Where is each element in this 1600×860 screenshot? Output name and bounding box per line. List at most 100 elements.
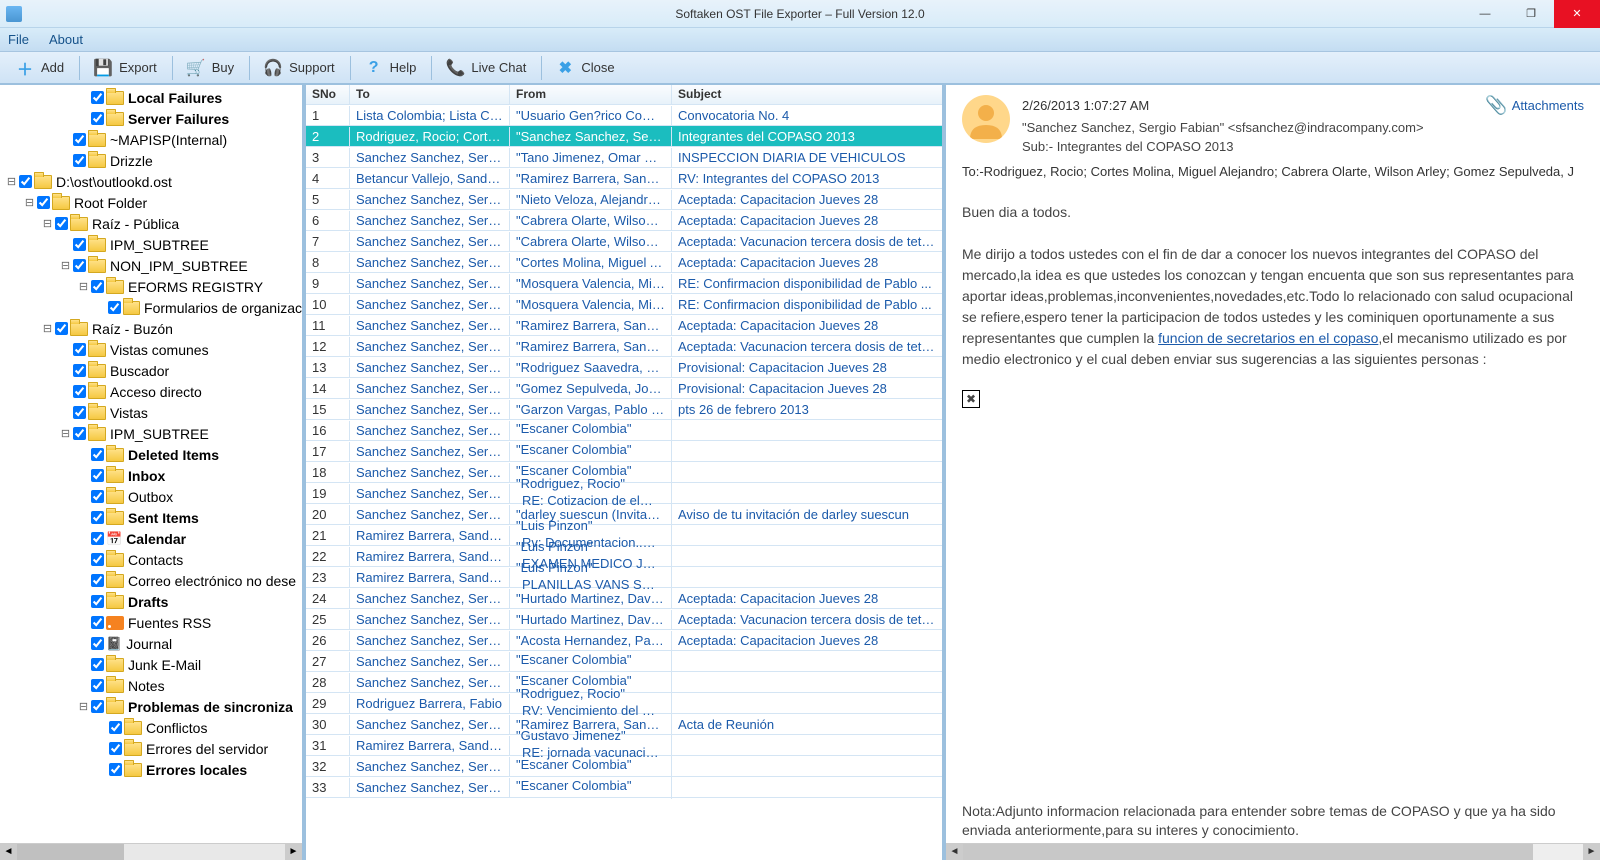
message-row[interactable]: 19Sanchez Sanchez, Sergio F..."Rodriguez… bbox=[306, 483, 942, 504]
col-header-subject[interactable]: Subject bbox=[672, 85, 942, 104]
scroll-left-icon[interactable]: ◄ bbox=[0, 844, 17, 860]
tree-checkbox[interactable] bbox=[73, 133, 86, 146]
tree-item[interactable]: 📓Journal bbox=[0, 633, 302, 654]
tree-item[interactable]: ⊟EFORMS REGISTRY bbox=[0, 276, 302, 297]
tree-checkbox[interactable] bbox=[73, 427, 86, 440]
tree-checkbox[interactable] bbox=[91, 679, 104, 692]
tree-item[interactable]: ~MAPISP(Internal) bbox=[0, 129, 302, 150]
menu-about[interactable]: About bbox=[49, 32, 83, 47]
message-row[interactable]: 12Sanchez Sanchez, Sergio F..."Ramirez B… bbox=[306, 336, 942, 357]
expand-toggle-icon[interactable]: ⊟ bbox=[58, 259, 73, 272]
scroll-right-icon[interactable]: ► bbox=[1583, 844, 1600, 860]
message-row[interactable]: 31Ramirez Barrera, Sandra ..."Gustavo Ji… bbox=[306, 735, 942, 756]
col-header-sno[interactable]: SNo bbox=[306, 85, 350, 104]
tree-checkbox[interactable] bbox=[19, 175, 32, 188]
tree-checkbox[interactable] bbox=[91, 658, 104, 671]
message-row[interactable]: 8Sanchez Sanchez, Sergio F..."Cortes Mol… bbox=[306, 252, 942, 273]
buy-button[interactable]: 🛒Buy bbox=[175, 54, 245, 82]
message-row[interactable]: 10Sanchez Sanchez, Sergio F..."Mosquera … bbox=[306, 294, 942, 315]
tree-checkbox[interactable] bbox=[91, 700, 104, 713]
col-header-from[interactable]: From bbox=[510, 85, 672, 104]
folder-tree[interactable]: Local FailuresServer Failures~MAPISP(Int… bbox=[0, 85, 302, 842]
tree-checkbox[interactable] bbox=[91, 553, 104, 566]
tree-item[interactable]: Outbox bbox=[0, 486, 302, 507]
tree-checkbox[interactable] bbox=[91, 616, 104, 629]
tree-checkbox[interactable] bbox=[91, 91, 104, 104]
export-button[interactable]: 💾Export bbox=[82, 54, 168, 82]
message-row[interactable]: 26Sanchez Sanchez, Sergio F..."Acosta He… bbox=[306, 630, 942, 651]
message-row[interactable]: 24Sanchez Sanchez, Sergio F..."Hurtado M… bbox=[306, 588, 942, 609]
col-header-to[interactable]: To bbox=[350, 85, 510, 104]
tree-item[interactable]: Deleted Items bbox=[0, 444, 302, 465]
tree-item[interactable]: ⊟Raíz - Pública bbox=[0, 213, 302, 234]
expand-toggle-icon[interactable]: ⊟ bbox=[22, 196, 37, 209]
tree-checkbox[interactable] bbox=[109, 721, 122, 734]
tree-checkbox[interactable] bbox=[37, 196, 50, 209]
tree-item[interactable]: ⊟Raíz - Buzón bbox=[0, 318, 302, 339]
tree-item[interactable]: Conflictos bbox=[0, 717, 302, 738]
tree-item[interactable]: Errores locales bbox=[0, 759, 302, 780]
tree-item[interactable]: Contacts bbox=[0, 549, 302, 570]
maximize-button[interactable]: ❐ bbox=[1508, 0, 1554, 28]
message-row[interactable]: 15Sanchez Sanchez, Sergio F..."Garzon Va… bbox=[306, 399, 942, 420]
message-row[interactable]: 25Sanchez Sanchez, Sergio F..."Hurtado M… bbox=[306, 609, 942, 630]
message-row[interactable]: 1Lista Colombia; Lista Colo..."Usuario G… bbox=[306, 105, 942, 126]
tree-item[interactable]: Notes bbox=[0, 675, 302, 696]
support-button[interactable]: 🎧Support bbox=[252, 54, 346, 82]
tree-checkbox[interactable] bbox=[91, 448, 104, 461]
message-row[interactable]: 23Ramirez Barrera, Sandra ..."Luis Pinzo… bbox=[306, 567, 942, 588]
tree-item[interactable]: Junk E-Mail bbox=[0, 654, 302, 675]
attachments-link[interactable]: 📎 Attachments bbox=[1485, 95, 1584, 116]
expand-toggle-icon[interactable]: ⊟ bbox=[4, 175, 19, 188]
tree-item[interactable]: 📅Calendar bbox=[0, 528, 302, 549]
tree-checkbox[interactable] bbox=[73, 364, 86, 377]
expand-toggle-icon[interactable]: ⊟ bbox=[76, 700, 91, 713]
body-link[interactable]: funcion de secretarios en el copaso bbox=[1158, 330, 1378, 346]
tree-item[interactable]: IPM_SUBTREE bbox=[0, 234, 302, 255]
scroll-right-icon[interactable]: ► bbox=[285, 844, 302, 860]
tree-item[interactable]: Errores del servidor bbox=[0, 738, 302, 759]
tree-h-scrollbar[interactable]: ◄ ► bbox=[0, 843, 302, 860]
tree-checkbox[interactable] bbox=[91, 511, 104, 524]
tree-checkbox[interactable] bbox=[91, 490, 104, 503]
tree-checkbox[interactable] bbox=[91, 112, 104, 125]
message-row[interactable]: 16Sanchez Sanchez, Sergio F..."Escaner C… bbox=[306, 420, 942, 441]
preview-h-scrollbar[interactable]: ◄ ► bbox=[946, 843, 1600, 860]
message-row[interactable]: 3Sanchez Sanchez, Sergio F..."Tano Jimen… bbox=[306, 147, 942, 168]
tree-checkbox[interactable] bbox=[91, 637, 104, 650]
tree-checkbox[interactable] bbox=[91, 595, 104, 608]
tree-checkbox[interactable] bbox=[109, 763, 122, 776]
tree-item[interactable]: Drizzle bbox=[0, 150, 302, 171]
tree-item[interactable]: Vistas bbox=[0, 402, 302, 423]
tree-item[interactable]: ⊟D:\ost\outlookd.ost bbox=[0, 171, 302, 192]
tree-item[interactable]: ⊟NON_IPM_SUBTREE bbox=[0, 255, 302, 276]
tree-checkbox[interactable] bbox=[73, 343, 86, 356]
tree-checkbox[interactable] bbox=[91, 280, 104, 293]
expand-toggle-icon[interactable]: ⊟ bbox=[40, 322, 55, 335]
expand-toggle-icon[interactable]: ⊟ bbox=[40, 217, 55, 230]
menu-file[interactable]: File bbox=[8, 32, 29, 47]
tree-item[interactable]: Fuentes RSS bbox=[0, 612, 302, 633]
message-row[interactable]: 27Sanchez Sanchez, Sergio F..."Escaner C… bbox=[306, 651, 942, 672]
tree-checkbox[interactable] bbox=[91, 532, 104, 545]
add-button[interactable]: ＋Add bbox=[4, 54, 75, 82]
message-row[interactable]: 2Rodriguez, Rocio; Cortes ..."Sanchez Sa… bbox=[306, 126, 942, 147]
message-row[interactable]: 29Rodriguez Barrera, Fabio"Rodriguez, Ro… bbox=[306, 693, 942, 714]
tree-checkbox[interactable] bbox=[108, 301, 121, 314]
tree-item[interactable]: Local Failures bbox=[0, 87, 302, 108]
message-row[interactable]: 13Sanchez Sanchez, Sergio F..."Rodriguez… bbox=[306, 357, 942, 378]
tree-item[interactable]: Formularios de organizac bbox=[0, 297, 302, 318]
tree-checkbox[interactable] bbox=[55, 217, 68, 230]
livechat-button[interactable]: 📞Live Chat bbox=[434, 54, 537, 82]
close-button[interactable]: ✖Close bbox=[544, 54, 625, 82]
tree-item[interactable]: Vistas comunes bbox=[0, 339, 302, 360]
tree-checkbox[interactable] bbox=[55, 322, 68, 335]
message-row[interactable]: 9Sanchez Sanchez, Sergio F..."Mosquera V… bbox=[306, 273, 942, 294]
message-row[interactable]: 7Sanchez Sanchez, Sergio F..."Cabrera Ol… bbox=[306, 231, 942, 252]
expand-toggle-icon[interactable]: ⊟ bbox=[76, 280, 91, 293]
tree-item[interactable]: Inbox bbox=[0, 465, 302, 486]
message-row[interactable]: 32Sanchez Sanchez, Sergio F..."Escaner C… bbox=[306, 756, 942, 777]
tree-checkbox[interactable] bbox=[109, 742, 122, 755]
tree-item[interactable]: Server Failures bbox=[0, 108, 302, 129]
message-row[interactable]: 17Sanchez Sanchez, Sergio F..."Escaner C… bbox=[306, 441, 942, 462]
